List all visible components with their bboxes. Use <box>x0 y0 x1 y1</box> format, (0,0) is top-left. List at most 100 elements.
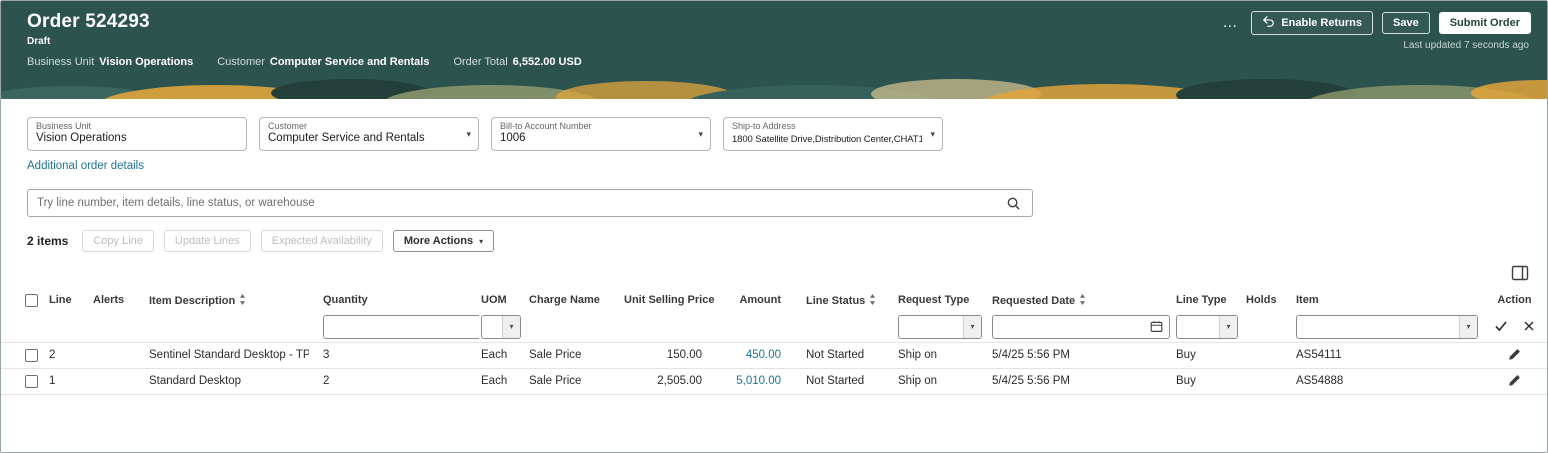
table-filter-row: ▾ ▾ ▾ ▾ <box>1 312 1547 342</box>
table-columns-icon <box>1511 265 1529 285</box>
clear-filters-button[interactable] <box>1522 319 1536 333</box>
customer-field-value: Computer Service and Rentals <box>268 132 425 144</box>
additional-order-details-link[interactable]: Additional order details <box>27 160 144 172</box>
search-icon <box>1006 197 1021 214</box>
col-header-line-status: Line Status <box>792 288 896 312</box>
return-arrow-icon <box>1262 16 1275 30</box>
summary-business-unit: Business Unit Vision Operations <box>27 56 193 68</box>
chevron-down-icon: ▾ <box>479 236 484 246</box>
apply-filters-button[interactable] <box>1493 319 1509 334</box>
search-button[interactable] <box>1004 194 1023 213</box>
status-badge: Draft <box>27 36 51 47</box>
col-header-item: Item <box>1296 294 1319 306</box>
item-filter-dropdown[interactable]: ▾ <box>1296 314 1478 339</box>
edit-line-button[interactable] <box>1506 346 1523 363</box>
amount-link[interactable]: 450.00 <box>746 349 781 361</box>
col-header-line-status-label: Line Status <box>806 294 866 307</box>
cell-line-type: Buy <box>1176 375 1196 387</box>
chevron-down-icon[interactable]: ▾ <box>698 129 703 140</box>
cell-item-description: Sentinel Standard Desktop - TP <box>149 349 309 361</box>
uom-filter-dropdown[interactable]: ▾ <box>481 314 521 339</box>
overflow-menu-icon: … <box>1222 14 1239 31</box>
cell-alerts <box>91 368 147 394</box>
chevron-down-icon: ▾ <box>963 315 981 338</box>
order-lines-table: Line Alerts Item Description Quantity UO… <box>1 288 1547 395</box>
customer-field-label: Customer <box>268 121 308 131</box>
col-header-unit-selling-price: Unit Selling Price <box>624 294 715 306</box>
save-button[interactable]: Save <box>1382 12 1430 34</box>
requested-date-filter-input[interactable] <box>999 320 1148 333</box>
calendar-icon <box>1150 321 1163 336</box>
table-row[interactable]: 2 Sentinel Standard Desktop - TP 3 Each … <box>1 342 1547 368</box>
summary-customer-label: Customer <box>217 56 265 68</box>
pencil-icon <box>1508 349 1521 364</box>
cell-holds <box>1244 368 1294 394</box>
col-header-charge-name: Charge Name <box>529 294 600 306</box>
pencil-icon <box>1508 375 1521 390</box>
select-all-checkbox[interactable] <box>25 293 38 307</box>
row-checkbox[interactable] <box>25 374 38 388</box>
cell-quantity: 3 <box>323 349 330 361</box>
expected-availability-button[interactable]: Expected Availability <box>260 230 383 252</box>
more-actions-button[interactable]: More Actions ▾ <box>392 230 495 252</box>
request-type-filter-dropdown[interactable]: ▾ <box>898 314 982 339</box>
edit-line-button[interactable] <box>1506 372 1523 389</box>
sort-icon[interactable] <box>239 293 246 305</box>
col-header-alerts: Alerts <box>93 294 125 306</box>
summary-order-total: Order Total 6,552.00 USD <box>453 56 581 68</box>
cell-charge-name: Sale Price <box>529 375 582 387</box>
customer-field[interactable]: Customer Computer Service and Rentals ▾ <box>259 117 479 151</box>
business-unit-field[interactable]: Business Unit Vision Operations <box>27 117 247 151</box>
col-header-requested-date: Requested Date <box>990 288 1174 312</box>
col-header-line-type: Line Type <box>1176 294 1227 306</box>
cell-unit-selling-price: 150.00 <box>666 349 702 361</box>
col-header-line: Line <box>49 294 72 306</box>
chevron-down-icon[interactable]: ▾ <box>930 129 935 140</box>
chevron-down-icon: ▾ <box>1459 315 1477 338</box>
bill-to-account-field[interactable]: Bill-to Account Number 1006 ▾ <box>491 117 711 151</box>
order-page: Order 524293 Draft … Enable Returns Save… <box>0 0 1548 453</box>
summary-business-unit-value: Vision Operations <box>99 56 194 68</box>
line-search-input[interactable] <box>37 197 1004 209</box>
cell-item: AS54888 <box>1296 375 1344 387</box>
summary-order-total-label: Order Total <box>453 56 508 68</box>
line-type-filter-dropdown[interactable]: ▾ <box>1176 314 1238 339</box>
chevron-down-icon[interactable]: ▾ <box>466 129 471 140</box>
col-header-requested-date-label: Requested Date <box>992 294 1076 307</box>
date-picker-button[interactable] <box>1148 318 1165 335</box>
copy-line-button[interactable]: Copy Line <box>82 230 154 252</box>
order-fields: Business Unit Vision Operations Customer… <box>27 117 1547 151</box>
bill-to-account-field-label: Bill-to Account Number <box>500 121 592 131</box>
table-row[interactable]: 1 Standard Desktop 2 Each Sale Price 2,5… <box>1 368 1547 394</box>
summary-order-total-value: 6,552.00 USD <box>512 56 582 68</box>
amount-link[interactable]: 5,010.00 <box>736 375 781 387</box>
quantity-filter-input[interactable] <box>323 314 479 339</box>
cell-unit-selling-price: 2,505.00 <box>657 375 702 387</box>
col-header-uom: UOM <box>481 294 507 306</box>
header-title-block: Order 524293 Draft <box>27 11 150 47</box>
overflow-menu-button[interactable]: … <box>1218 14 1242 31</box>
col-header-action: Action <box>1497 294 1532 306</box>
cell-holds <box>1244 342 1294 368</box>
row-checkbox[interactable] <box>25 348 38 362</box>
enable-returns-button[interactable]: Enable Returns <box>1251 11 1373 35</box>
cell-line: 1 <box>49 375 56 387</box>
requested-date-filter <box>992 314 1170 339</box>
submit-order-button[interactable]: Submit Order <box>1438 12 1531 34</box>
submit-order-label: Submit Order <box>1449 17 1520 29</box>
sort-icon[interactable] <box>869 293 876 305</box>
sort-icon[interactable] <box>1079 293 1086 305</box>
items-count: 2 items <box>27 234 69 248</box>
chevron-down-icon: ▾ <box>1219 315 1237 338</box>
ship-to-address-field-value: 1800 Satellite Drive,Distribution Center… <box>732 134 922 145</box>
cell-line-status: Not Started <box>806 349 865 361</box>
cell-request-type: Ship on <box>898 349 938 361</box>
cell-item-description: Standard Desktop <box>149 375 242 387</box>
enable-returns-label: Enable Returns <box>1281 17 1362 29</box>
chevron-down-icon: ▾ <box>502 315 520 338</box>
manage-columns-button[interactable] <box>1509 262 1531 284</box>
ship-to-address-field[interactable]: Ship-to Address 1800 Satellite Drive,Dis… <box>723 117 943 151</box>
update-lines-button[interactable]: Update Lines <box>163 230 251 252</box>
order-header: Order 524293 Draft … Enable Returns Save… <box>1 1 1547 99</box>
line-search-bar <box>27 189 1033 217</box>
